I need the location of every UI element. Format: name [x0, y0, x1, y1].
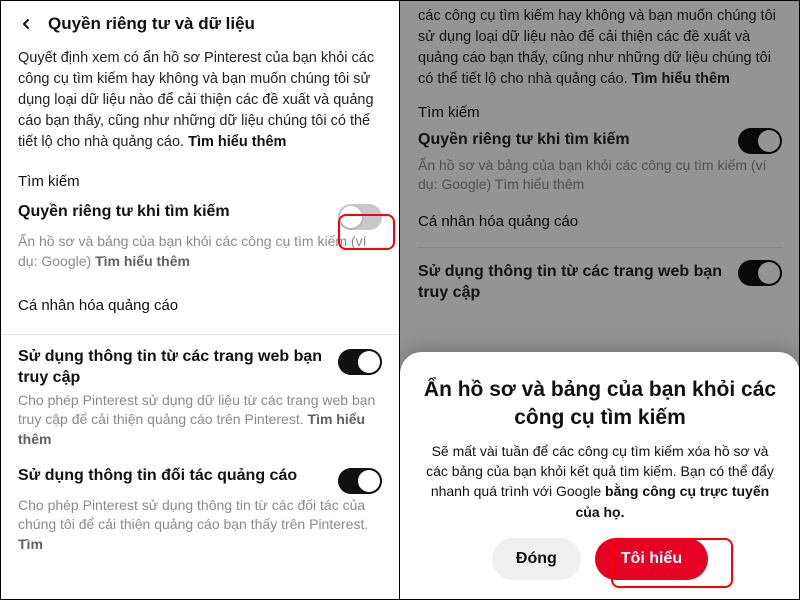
use-partner-toggle[interactable] [338, 468, 382, 494]
sheet-body-b: bằng công cụ trực tuyến của họ. [575, 483, 769, 519]
sheet-title: Ẩn hồ sơ và bảng của bạn khỏi các công c… [422, 376, 778, 431]
use-web-toggle[interactable] [338, 349, 382, 375]
search-privacy-desc-text: Ẩn hồ sơ và bảng của bạn khỏi các công c… [18, 233, 366, 269]
use-web-title: Sử dụng thông tin từ các trang web bạn t… [18, 347, 326, 389]
highlight-confirm [611, 538, 733, 588]
learn-more-link-2[interactable]: Tìm hiểu thêm [95, 253, 190, 269]
use-partner-title: Sử dụng thông tin đối tác quảng cáo [18, 466, 326, 487]
confirm-sheet: Ẩn hồ sơ và bảng của bạn khỏi các công c… [400, 352, 800, 600]
back-icon[interactable] [14, 12, 38, 36]
sheet-body: Sẽ mất vài tuần để các công cụ tìm kiếm … [422, 441, 778, 522]
highlight-toggle [338, 214, 395, 250]
search-privacy-title: Quyền riêng tư khi tìm kiếm [18, 202, 326, 223]
section-personalize: Cá nhân hóa quảng cáo [0, 281, 400, 320]
page-title: Quyền riêng tư và dữ liệu [48, 14, 255, 34]
close-button[interactable]: Đóng [492, 538, 581, 580]
learn-more-link-4[interactable]: Tìm [18, 536, 43, 552]
intro-text: Quyết định xem có ẩn hồ sơ Pinterest của… [0, 42, 400, 163]
use-partner-desc: Cho phép Pinterest sử dụng thông tin từ … [0, 494, 400, 565]
learn-more-link[interactable]: Tìm hiểu thêm [188, 134, 286, 150]
use-partner-desc-text: Cho phép Pinterest sử dụng thông tin từ … [18, 497, 368, 533]
section-search: Tìm kiếm [0, 163, 400, 196]
use-web-desc: Cho phép Pinterest sử dụng dữ liệu từ cá… [0, 389, 400, 460]
